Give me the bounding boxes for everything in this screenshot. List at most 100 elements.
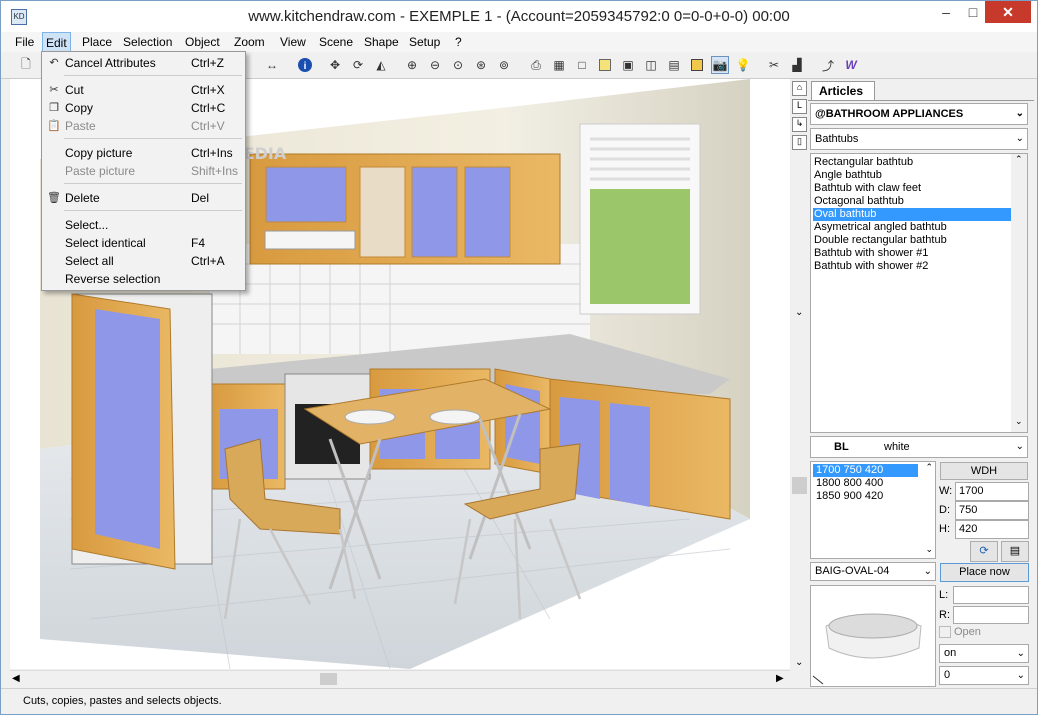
chevron-down-icon[interactable]: ⌄ [1015, 416, 1023, 427]
zoom-in-icon[interactable]: ⊕ [403, 56, 421, 74]
menu-object[interactable]: Object [182, 32, 223, 52]
list-item[interactable]: Double rectangular bathtub [813, 234, 1013, 247]
menu-item-cut[interactable]: ✂ Cut Ctrl+X [44, 81, 244, 99]
paint-icon[interactable]: ▟ [788, 56, 806, 74]
tool-tab-1-icon[interactable]: ⌂ [792, 81, 807, 96]
menu-edit[interactable]: Edit [42, 32, 71, 52]
scroll-right-icon[interactable]: ▶ [776, 673, 784, 684]
wdh-button[interactable]: WDH [940, 462, 1028, 480]
print-icon[interactable]: ⎙ [527, 56, 545, 74]
paste-icon: 📋 [47, 120, 61, 132]
menu-item-select-identical[interactable]: Select identical F4 [44, 234, 244, 252]
tab-divider [808, 100, 1034, 101]
l-input[interactable] [953, 586, 1029, 604]
chevron-up-icon[interactable]: ⌃ [1015, 154, 1023, 165]
list-item[interactable]: Bathtub with shower #1 [813, 247, 1013, 260]
menu-place[interactable]: Place [79, 32, 115, 52]
calculator-icon[interactable]: ▤ [1001, 541, 1029, 562]
camera-icon[interactable]: 📷 [711, 56, 729, 74]
info-icon[interactable]: i [296, 56, 314, 74]
arrow-cursor-icon[interactable]: ⤴ [819, 56, 837, 74]
blank-icon[interactable]: □ [573, 56, 591, 74]
menu-view[interactable]: View [277, 32, 309, 52]
new-file-icon[interactable]: 🗋 [17, 56, 35, 74]
vscroll-thumb[interactable] [792, 477, 807, 494]
tab-articles[interactable]: Articles [811, 81, 875, 100]
list-item-selected[interactable]: Oval bathtub [813, 208, 1013, 221]
zero-select[interactable]: 0 ⌄ [939, 666, 1029, 685]
scroll-left-icon[interactable]: ◀ [12, 673, 20, 684]
reference-select[interactable]: BAIG-OVAL-04 ⌄ [810, 562, 936, 581]
list-item[interactable]: Octagonal bathtub [813, 195, 1013, 208]
finish-select[interactable]: BL white ⌄ [810, 436, 1028, 458]
measure-icon[interactable]: ↔ [263, 56, 281, 74]
menu-item-copy[interactable]: ❐ Copy Ctrl+C [44, 99, 244, 117]
refresh-icon[interactable]: ⟳ [970, 541, 998, 562]
menu-file[interactable]: File [12, 32, 37, 52]
finish-code: BL [834, 441, 849, 453]
light-icon[interactable]: 💡 [734, 56, 752, 74]
close-button[interactable]: ✕ [985, 1, 1031, 23]
zoom-plan-icon[interactable]: ⊚ [495, 56, 513, 74]
menu-item-shortcut: Ctrl+A [191, 254, 225, 268]
chevron-down-icon[interactable]: ⌄ [925, 544, 933, 555]
on-select[interactable]: on ⌄ [939, 644, 1029, 663]
menu-item-select-all[interactable]: Select all Ctrl+A [44, 252, 244, 270]
chevron-up-icon[interactable]: ⌃ [925, 462, 933, 473]
dimension-row[interactable]: 1850 900 420 [813, 490, 918, 503]
menu-item-delete[interactable]: 🗑 Delete Del [44, 189, 244, 207]
tool-tab-2-icon[interactable]: L [792, 99, 807, 114]
menu-help[interactable]: ? [452, 32, 465, 52]
color-icon[interactable] [596, 56, 614, 74]
list-item[interactable]: Asymetrical angled bathtub [813, 221, 1013, 234]
depth-input[interactable]: 750 [955, 501, 1029, 520]
render-box-icon[interactable] [688, 56, 706, 74]
tools-icon[interactable]: ✂ [765, 56, 783, 74]
menu-selection[interactable]: Selection [120, 32, 175, 52]
rotate-icon[interactable]: ⟳ [349, 56, 367, 74]
list-scrollbar[interactable]: ⌃ ⌄ [1011, 154, 1027, 432]
list-item[interactable]: Bathtub with shower #2 [813, 260, 1013, 273]
place-now-button[interactable]: Place now [940, 563, 1029, 582]
scroll-thumb[interactable] [320, 673, 337, 685]
menu-item-select[interactable]: Select... [44, 216, 244, 234]
family-select[interactable]: Bathtubs ⌄ [810, 128, 1028, 150]
dimension-row-selected[interactable]: 1700 750 420 [813, 464, 918, 477]
vertical-tool-strip: ⌂ L ↳ ▯ ⌄ ⌄ [791, 79, 808, 684]
menu-item-reverse-selection[interactable]: Reverse selection [44, 270, 244, 288]
wireframe-icon[interactable]: ▦ [550, 56, 568, 74]
list-item[interactable]: Angle bathtub [813, 169, 1013, 182]
scroll-down-icon[interactable]: ⌄ [795, 307, 803, 318]
width-input[interactable]: 1700 [955, 482, 1029, 501]
dimension-row[interactable]: 1800 800 400 [813, 477, 918, 490]
r-input[interactable] [953, 606, 1029, 624]
catalog-select[interactable]: @BATHROOM APPLIANCES ⌄ [810, 103, 1028, 125]
tool-tab-4-icon[interactable]: ▯ [792, 135, 807, 150]
menu-shape[interactable]: Shape [361, 32, 402, 52]
zoom-window-icon[interactable]: ⊙ [449, 56, 467, 74]
menu-scene[interactable]: Scene [316, 32, 356, 52]
zoom-out-icon[interactable]: ⊖ [426, 56, 444, 74]
menu-item-paste[interactable]: 📋 Paste Ctrl+V [44, 117, 244, 135]
box-3d-icon[interactable]: ▣ [619, 56, 637, 74]
menu-item-paste-picture[interactable]: Paste picture Shift+Ins [44, 162, 244, 180]
mirror-icon[interactable]: ◭ [372, 56, 390, 74]
scroll-down-2-icon[interactable]: ⌄ [795, 657, 803, 668]
tool-tab-3-icon[interactable]: ↳ [792, 117, 807, 132]
horizontal-scrollbar[interactable]: ◀ ▶ [10, 670, 790, 687]
open-checkbox[interactable] [939, 626, 951, 638]
list-item[interactable]: Rectangular bathtub [813, 156, 1013, 169]
cube-3d-icon[interactable]: ◫ [642, 56, 660, 74]
height-input[interactable]: 420 [955, 520, 1029, 539]
menu-item-copy-picture[interactable]: Copy picture Ctrl+Ins [44, 144, 244, 162]
move-icon[interactable]: ✥ [326, 56, 344, 74]
menu-separator [64, 210, 242, 211]
cube-front-icon[interactable]: ▤ [665, 56, 683, 74]
zero-value: 0 [944, 669, 951, 681]
menu-zoom[interactable]: Zoom [231, 32, 268, 52]
pdf-w-icon[interactable]: W [842, 56, 860, 74]
zoom-all-icon[interactable]: ⊛ [472, 56, 490, 74]
menu-setup[interactable]: Setup [406, 32, 443, 52]
menu-item-cancel-attributes[interactable]: ↶ Cancel Attributes Ctrl+Z [44, 54, 244, 72]
list-item[interactable]: Bathtub with claw feet [813, 182, 1013, 195]
